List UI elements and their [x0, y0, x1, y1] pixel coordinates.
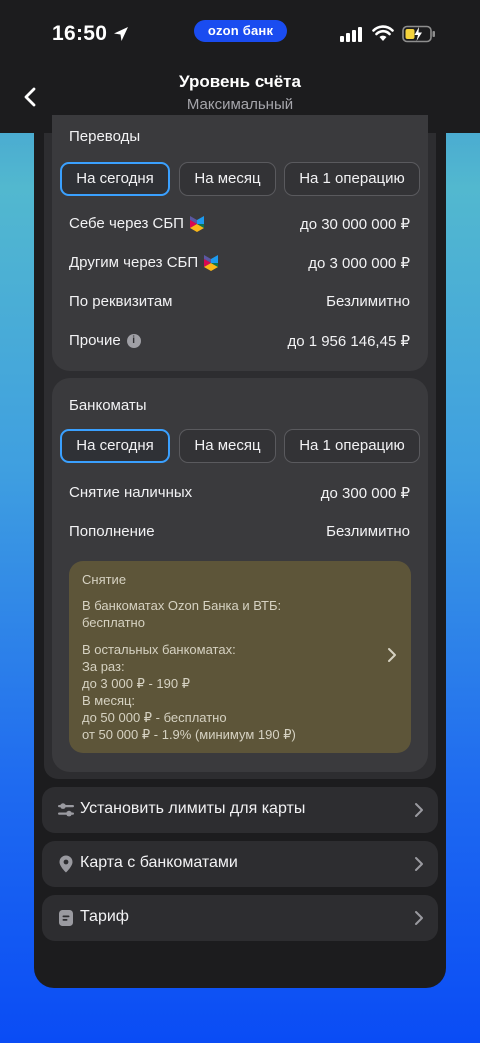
limit-row: Себе через СБП до 30 000 000 ₽ [69, 215, 410, 237]
note-line: За раз: [82, 659, 125, 674]
note-line: до 50 000 ₽ - бесплатно [82, 710, 227, 725]
status-bar: 16:50 ozon банк [0, 0, 480, 70]
limit-value: до 30 000 000 ₽ [299, 216, 410, 233]
atm-title: Банкоматы [69, 397, 147, 414]
limit-value: до 3 000 000 ₽ [308, 255, 410, 272]
sbp-icon [189, 215, 204, 232]
limit-label: Прочие [69, 332, 121, 349]
limit-value: Безлимитно [326, 293, 410, 310]
limit-value: до 300 000 ₽ [320, 485, 410, 502]
menu-item-label: Карта с банкоматами [80, 854, 238, 871]
document-icon [59, 910, 73, 926]
limit-row: Пополнение Безлимитно [69, 523, 410, 545]
sbp-icon [204, 254, 219, 271]
wifi-icon [372, 25, 394, 41]
ozon-bank-pill[interactable]: ozon банк [194, 20, 287, 42]
limit-value: Безлимитно [326, 523, 410, 540]
battery-charging-icon [402, 25, 435, 43]
tab-today[interactable]: На сегодня [60, 162, 170, 196]
page-subtitle: Максимальный [186, 96, 294, 113]
limit-row: Снятие наличных до 300 000 ₽ [69, 484, 410, 506]
page-title: Уровень счёта [179, 72, 301, 91]
atm-card: Банкоматы На сегодня На месяц На 1 опера… [52, 378, 428, 772]
info-icon[interactable]: i [126, 333, 141, 348]
chevron-right-icon [415, 911, 423, 925]
tab-per-operation[interactable]: На 1 операцию [284, 162, 420, 196]
limit-label: Снятие наличных [69, 484, 193, 501]
note-line: до 3 000 ₽ - 190 ₽ [82, 676, 190, 691]
note-line: В остальных банкоматах: [82, 642, 236, 657]
note-line: В банкоматах Ozon Банка и ВТБ: [82, 598, 282, 613]
tab-month[interactable]: На месяц [179, 429, 276, 463]
note-line: бесплатно [82, 615, 145, 630]
location-arrow-icon [114, 27, 128, 41]
atm-map-item[interactable]: Карта с банкоматами [42, 841, 438, 887]
limit-label: Пополнение [69, 523, 155, 540]
limit-row: Другим через СБП до 3 000 000 ₽ [69, 254, 410, 276]
menu-item-label: Тариф [80, 908, 129, 925]
limit-label: Другим через СБП [69, 254, 199, 271]
limit-value: до 1 956 146,45 ₽ [287, 333, 410, 350]
note-line: В месяц: [82, 693, 136, 708]
menu-item-label: Установить лимиты для карты [80, 800, 306, 817]
status-time: 16:50 [52, 22, 108, 45]
note-heading: Снятие [82, 572, 127, 587]
chevron-right-icon [415, 857, 423, 871]
withdrawal-info-card[interactable]: Снятие В банкоматах Ozon Банка и ВТБ: бе… [69, 561, 411, 753]
tab-per-operation[interactable]: На 1 операцию [284, 429, 420, 463]
limit-row: По реквизитам Безлимитно [69, 293, 410, 315]
limit-label: По реквизитам [69, 293, 173, 310]
tab-today[interactable]: На сегодня [60, 429, 170, 463]
transfers-title: Переводы [69, 128, 141, 145]
set-card-limits-item[interactable]: Установить лимиты для карты [42, 787, 438, 833]
tariff-item[interactable]: Тариф [42, 895, 438, 941]
note-line: от 50 000 ₽ - 1.9% (минимум 190 ₽) [82, 727, 296, 742]
map-pin-icon [59, 855, 73, 873]
limit-row: Прочие i до 1 956 146,45 ₽ [69, 332, 410, 354]
transfers-card: Переводы На сегодня На месяц На 1 операц… [52, 115, 428, 371]
sliders-icon [58, 803, 74, 817]
limit-label: Себе через СБП [69, 215, 184, 232]
cellular-signal-icon [340, 27, 362, 42]
tab-month[interactable]: На месяц [179, 162, 276, 196]
chevron-right-icon [415, 803, 423, 817]
chevron-right-icon [388, 648, 396, 662]
